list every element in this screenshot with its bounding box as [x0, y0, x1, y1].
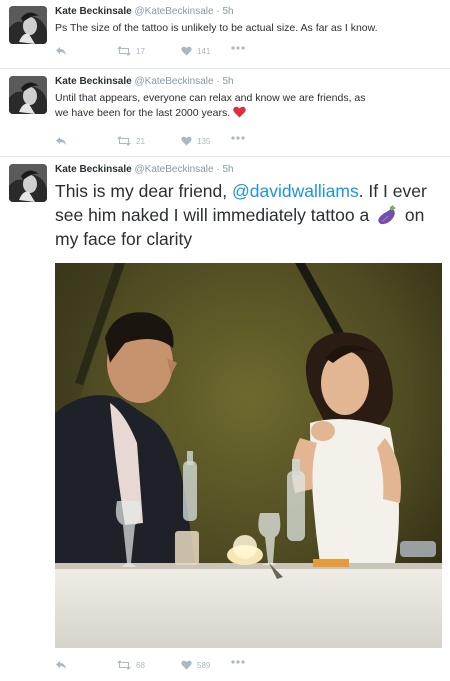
like-count: 589: [197, 660, 211, 670]
reply-button[interactable]: [55, 136, 67, 146]
tweet-actions: 68 589: [55, 660, 255, 674]
reply-icon: [56, 137, 66, 145]
separator-dot: ·: [216, 76, 220, 87]
retweet-button[interactable]: 21: [117, 136, 145, 146]
retweet-count: 17: [136, 46, 145, 56]
tweet-actions: 17 141: [55, 46, 255, 60]
like-count: 141: [197, 46, 211, 56]
more-icon: [231, 660, 245, 664]
reply-icon: [56, 47, 66, 55]
display-name[interactable]: Kate Beckinsale: [55, 6, 132, 17]
avatar[interactable]: [9, 164, 47, 202]
timestamp[interactable]: 5h: [223, 76, 234, 87]
eggplant-emoji-icon: [378, 205, 397, 225]
tweet-text: Until that appears, everyone can relax a…: [55, 91, 440, 121]
tweet-3[interactable]: Kate Beckinsale @KateBeckinsale · 5h Thi…: [0, 157, 450, 681]
mention-link[interactable]: @davidwalliams: [232, 181, 359, 201]
tweet-text-line: we have been for the last 2000 years.: [55, 106, 440, 121]
reply-button[interactable]: [55, 660, 67, 670]
tweet-actions: 21 135: [55, 136, 255, 150]
tweet-text: This is my dear friend, @davidwalliams. …: [55, 179, 440, 251]
user-handle[interactable]: @KateBeckinsale: [135, 76, 214, 87]
avatar[interactable]: [9, 6, 47, 44]
retweet-count: 21: [136, 136, 145, 146]
avatar[interactable]: [9, 76, 47, 114]
retweet-icon: [117, 46, 131, 56]
like-icon: [181, 136, 192, 146]
more-button[interactable]: [231, 136, 245, 140]
more-button[interactable]: [231, 46, 245, 50]
tweet-1[interactable]: Kate Beckinsale @KateBeckinsale · 5h Ps …: [0, 0, 450, 68]
like-button[interactable]: 589: [181, 660, 210, 670]
retweet-icon: [117, 136, 131, 146]
like-button[interactable]: 141: [181, 46, 210, 56]
reply-icon: [56, 661, 66, 669]
timestamp[interactable]: 5h: [223, 6, 234, 17]
display-name[interactable]: Kate Beckinsale: [55, 164, 132, 175]
user-handle[interactable]: @KateBeckinsale: [135, 164, 214, 175]
tweet-text-segment: we have been for the last 2000 years.: [55, 107, 231, 119]
user-handle[interactable]: @KateBeckinsale: [135, 6, 214, 17]
more-icon: [231, 46, 245, 50]
display-name[interactable]: Kate Beckinsale: [55, 76, 132, 87]
retweet-icon: [117, 660, 131, 670]
separator-dot: ·: [216, 164, 220, 175]
separator-dot: ·: [216, 6, 220, 17]
heart-emoji-icon: [233, 106, 246, 118]
tweet-header: Kate Beckinsale @KateBeckinsale · 5h: [55, 6, 234, 17]
tweet-text-segment: This is my dear friend,: [55, 181, 232, 201]
tweet-text-line: Until that appears, everyone can relax a…: [55, 92, 366, 104]
tweet-text: Ps The size of the tattoo is unlikely to…: [55, 22, 378, 34]
like-button[interactable]: 135: [181, 136, 210, 146]
like-count: 135: [197, 136, 211, 146]
tweet-photo[interactable]: [55, 263, 442, 648]
like-icon: [181, 660, 192, 670]
retweet-button[interactable]: 17: [117, 46, 145, 56]
retweet-count: 68: [136, 660, 145, 670]
more-icon: [231, 136, 245, 140]
tweet-2[interactable]: Kate Beckinsale @KateBeckinsale · 5h Unt…: [0, 69, 450, 156]
tweet-header: Kate Beckinsale @KateBeckinsale · 5h: [55, 164, 234, 175]
like-icon: [181, 46, 192, 56]
retweet-button[interactable]: 68: [117, 660, 145, 670]
timestamp[interactable]: 5h: [223, 164, 234, 175]
tweet-header: Kate Beckinsale @KateBeckinsale · 5h: [55, 76, 234, 87]
reply-button[interactable]: [55, 46, 67, 56]
more-button[interactable]: [231, 660, 245, 664]
